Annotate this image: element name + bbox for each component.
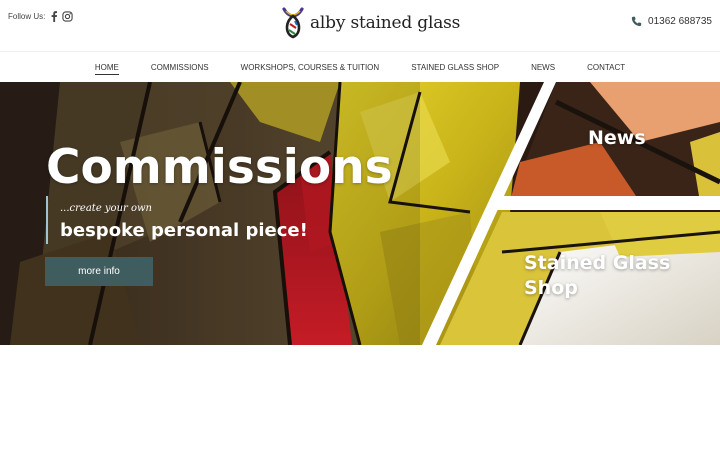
logo-text: alby stained glass [310, 13, 461, 33]
page-content-area [0, 345, 720, 450]
instagram-icon[interactable] [61, 10, 73, 22]
phone-number: 01362 688735 [648, 16, 712, 27]
nav-item-shop[interactable]: STAINED GLASS SHOP [395, 63, 515, 72]
hero-title: Commissions [46, 140, 393, 195]
hero-tagline: bespoke personal piece! [60, 220, 308, 241]
nav-item-home[interactable]: HOME [79, 63, 135, 75]
phone-contact[interactable]: 01362 688735 [631, 16, 712, 27]
nav-item-workshops[interactable]: WORKSHOPS, COURSES & TUITION [225, 63, 396, 72]
nav-item-news[interactable]: NEWS [515, 63, 571, 72]
hero-quote: ...create your own bespoke personal piec… [46, 196, 308, 244]
follow-us-label: Follow Us: [8, 12, 46, 21]
logo-mark-icon [282, 7, 304, 39]
site-logo[interactable]: alby stained glass [280, 6, 460, 40]
shop-panel-link[interactable]: Stained Glass Shop [524, 251, 704, 301]
site-header: Follow Us: alby stained glass 01362 6887… [0, 0, 720, 50]
main-navigation: HOME COMMISSIONS WORKSHOPS, COURSES & TU… [0, 51, 720, 82]
nav-item-contact[interactable]: CONTACT [571, 63, 641, 72]
hero-subtitle: ...create your own [60, 203, 153, 214]
hero-banner: Commissions ...create your own bespoke p… [0, 82, 720, 345]
news-panel-link[interactable]: News [588, 126, 646, 151]
more-info-button[interactable]: more info [45, 257, 153, 286]
facebook-icon[interactable] [48, 10, 60, 22]
nav-item-commissions[interactable]: COMMISSIONS [135, 63, 225, 72]
phone-icon [631, 16, 642, 27]
